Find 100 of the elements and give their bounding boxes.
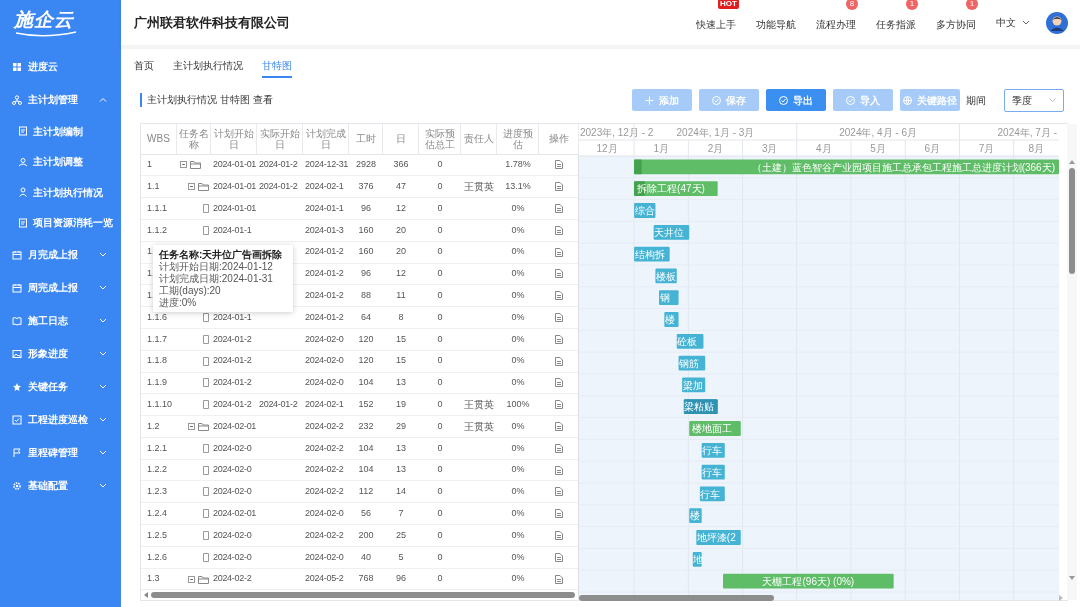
tab[interactable]: 主计划执行情况 (173, 54, 243, 78)
gantt-bar[interactable]: 楼 (689, 508, 702, 524)
month-label: 8月 (1028, 143, 1045, 154)
sidebar-item[interactable]: 周完成上报 (0, 271, 121, 304)
tooltip-line: 计划完成日期:2024-01-31 (159, 273, 274, 285)
document-icon[interactable] (555, 269, 563, 279)
document-icon[interactable] (555, 509, 563, 519)
table-cell-text: 0 (437, 179, 443, 193)
sidebar-item[interactable]: 月完成上报 (0, 238, 121, 271)
file-icon (203, 204, 209, 213)
table-cell-text: 2024-01-1 (213, 310, 252, 324)
document-icon[interactable] (555, 291, 563, 301)
table-cell-text: 96 (361, 201, 371, 215)
sidebar-subitem[interactable]: 主计划编制 (0, 116, 121, 147)
tab[interactable]: 甘特图 (262, 54, 292, 78)
file-icon (203, 487, 209, 497)
sidebar-item[interactable]: 里程碑管理 (0, 436, 121, 469)
column-header: 工时 (355, 133, 376, 145)
scrollbar-thumb[interactable] (1069, 168, 1075, 274)
document-icon[interactable] (555, 313, 563, 322)
toolbar-button[interactable]: 导出 (766, 89, 826, 111)
avatar[interactable] (1046, 11, 1068, 34)
gantt-bar[interactable]: 梁粘贴 (683, 399, 718, 415)
tooltip-title: 任务名称:天井位广告画拆除 (159, 248, 284, 261)
document-icon[interactable] (555, 225, 563, 235)
table-cell-text: 0 (437, 528, 443, 542)
tab[interactable]: 首页 (134, 54, 154, 78)
table-cell: 2024-02-0 (305, 376, 344, 390)
sidebar-item[interactable]: 进度云 (0, 50, 121, 83)
nav-link[interactable]: 快速上手 (696, 16, 736, 32)
document-icon[interactable] (555, 552, 563, 562)
folder-icon (198, 574, 209, 584)
scrollbar-thumb[interactable] (579, 595, 774, 601)
table-cell-text: 王贯英 (464, 180, 494, 195)
document-icon[interactable] (555, 247, 563, 257)
scroll-left-icon[interactable] (144, 592, 149, 599)
sidebar-item[interactable]: 关键任务 (0, 370, 121, 403)
file-icon (203, 509, 209, 519)
document-icon[interactable] (555, 443, 563, 453)
document-icon[interactable] (555, 465, 563, 475)
table-cell: 96 (396, 572, 406, 586)
sidebar-item[interactable]: 工程进度巡检 (0, 403, 121, 436)
collapse-icon[interactable] (188, 575, 195, 583)
gantt-bar[interactable]: 综合 (634, 203, 656, 218)
nav-link[interactable]: 流程办理 (816, 16, 856, 32)
sidebar-subitem[interactable]: 主计划执行情况 (0, 177, 121, 208)
sidebar-item[interactable]: 形象进度 (0, 337, 121, 370)
company-name: 广州联君软件科技有限公司 (134, 13, 290, 32)
check-circle-icon (712, 95, 721, 105)
logo: 施企云 (14, 10, 80, 38)
document-icon[interactable] (555, 530, 563, 540)
sidebar-item[interactable]: 主计划管理 (0, 83, 121, 116)
document-icon[interactable] (555, 334, 563, 344)
gantt-bar[interactable]: 地坪漆(2 (696, 530, 741, 545)
month-label: 7月 (978, 143, 995, 154)
language-select[interactable]: 中文 (996, 15, 1030, 30)
document-icon[interactable] (555, 487, 563, 497)
document-icon[interactable] (555, 204, 563, 213)
star-icon (12, 381, 22, 392)
table-cell-text: 0% (511, 223, 525, 237)
table-cell-text: 王贯英 (464, 420, 494, 434)
nav-link[interactable]: 任务指派 (876, 16, 916, 32)
scroll-down-icon[interactable] (1069, 576, 1075, 580)
table-cell: 2024-02-2 (213, 572, 252, 586)
gantt-bar[interactable]: 楼地面工 (689, 421, 741, 436)
chevron-down-icon (1049, 98, 1056, 102)
gantt-bar[interactable]: 钢 (659, 290, 679, 306)
sidebar-subitem[interactable]: 主计划调整 (0, 146, 121, 177)
scrollbar-thumb[interactable] (151, 592, 575, 599)
document-icon (18, 217, 28, 228)
document-icon[interactable] (555, 160, 563, 170)
gantt-bar[interactable]: 拆除工程(47天) (634, 181, 718, 197)
book-icon (12, 315, 22, 326)
gantt-bar[interactable]: 楼 (664, 312, 679, 327)
period-select[interactable]: 季度 (1004, 88, 1064, 112)
document-icon[interactable] (555, 182, 563, 192)
scroll-up-icon[interactable] (1069, 160, 1075, 164)
folder-icon (190, 160, 201, 170)
table-cell: 2024-01-2 (213, 354, 252, 368)
table-cell-text: 47 (396, 179, 406, 193)
column-header: 日 (395, 133, 406, 145)
sidebar-item[interactable]: 施工日志 (0, 304, 121, 337)
folder-icon (198, 422, 209, 431)
document-icon[interactable] (555, 378, 563, 388)
document-icon[interactable] (555, 356, 563, 366)
sidebar-item[interactable]: 基础配置 (0, 469, 121, 502)
table-cell-text: 0% (511, 441, 525, 455)
nav-link[interactable]: 功能导航 (756, 16, 796, 32)
collapse-icon[interactable] (188, 423, 195, 430)
nav-link[interactable]: 多方协同 (936, 16, 976, 32)
document-icon[interactable] (555, 422, 563, 431)
period-label: 2024年, 4月 - 6月 (839, 127, 917, 138)
sidebar-subitem[interactable]: 项目资源消耗一览 (0, 207, 121, 238)
document-icon[interactable] (555, 574, 563, 584)
collapse-icon[interactable] (180, 161, 187, 169)
table-cell: 120 (358, 354, 374, 368)
collapse-icon[interactable] (188, 183, 195, 191)
table-cell: 96 (361, 267, 371, 281)
document-icon[interactable] (555, 400, 563, 410)
table-cell: 0% (511, 485, 525, 499)
